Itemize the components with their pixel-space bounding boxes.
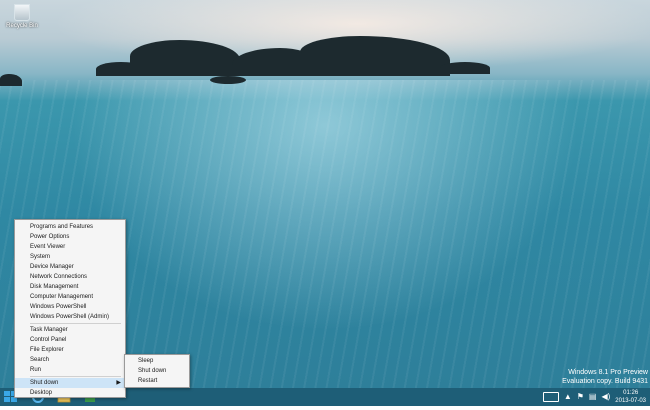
menu-separator: [30, 323, 121, 324]
rock: [440, 62, 490, 74]
menu-separator: [30, 376, 121, 377]
menu-item-control-panel[interactable]: Control Panel: [15, 335, 125, 345]
menu-item-windows-powershell-admin[interactable]: Windows PowerShell (Admin): [15, 312, 125, 322]
recycle-bin-shortcut[interactable]: Recycle Bin: [4, 4, 40, 29]
action-center-flag-icon[interactable]: ⚑: [577, 393, 584, 401]
rock: [130, 40, 240, 76]
menu-item-shut-down-label: Shut down: [30, 380, 59, 386]
menu-item-shut-down[interactable]: Shut down ▶: [15, 378, 125, 388]
menu-item-event-viewer[interactable]: Event Viewer: [15, 242, 125, 252]
submenu-item-sleep[interactable]: Sleep: [125, 356, 189, 366]
show-hidden-icons[interactable]: ▲: [564, 393, 572, 401]
menu-item-system[interactable]: System: [15, 252, 125, 262]
menu-item-desktop[interactable]: Desktop: [15, 388, 125, 398]
evaluation-watermark: Windows 8.1 Pro Preview Evaluation copy.…: [562, 368, 648, 386]
menu-item-windows-powershell[interactable]: Windows PowerShell: [15, 302, 125, 312]
menu-item-power-options[interactable]: Power Options: [15, 232, 125, 242]
menu-item-run[interactable]: Run: [15, 365, 125, 375]
touch-keyboard-icon[interactable]: [542, 392, 559, 402]
clock[interactable]: 01:26 2013-07-03: [615, 389, 646, 405]
system-tray: ▲ ⚑ ▤ ◀) 01:26 2013-07-03: [542, 388, 646, 406]
submenu-item-shut-down[interactable]: Shut down: [125, 366, 189, 376]
menu-item-task-manager[interactable]: Task Manager: [15, 325, 125, 335]
menu-item-disk-management[interactable]: Disk Management: [15, 282, 125, 292]
menu-item-network-connections[interactable]: Network Connections: [15, 272, 125, 282]
clock-date: 2013-07-03: [615, 398, 646, 404]
submenu-item-restart[interactable]: Restart: [125, 376, 189, 386]
quick-link-menu: Programs and Features Power Options Even…: [14, 219, 126, 398]
chevron-right-icon: ▶: [116, 380, 121, 386]
watermark-line-1: Windows 8.1 Pro Preview: [568, 369, 648, 376]
shutdown-submenu: Sleep Shut down Restart: [124, 354, 190, 388]
menu-item-device-manager[interactable]: Device Manager: [15, 262, 125, 272]
menu-item-programs-and-features[interactable]: Programs and Features: [15, 222, 125, 232]
network-icon[interactable]: ▤: [589, 393, 597, 401]
volume-icon[interactable]: ◀): [601, 393, 610, 401]
clock-time: 01:26: [623, 390, 639, 396]
menu-item-computer-management[interactable]: Computer Management: [15, 292, 125, 302]
menu-item-search[interactable]: Search: [15, 355, 125, 365]
rock: [210, 76, 246, 84]
rock: [0, 74, 22, 86]
recycle-bin-label: Recycle Bin: [6, 23, 38, 29]
watermark-line-2: Evaluation copy. Build 9431: [562, 378, 648, 385]
menu-item-file-explorer[interactable]: File Explorer: [15, 345, 125, 355]
recycle-bin-icon: [14, 4, 30, 21]
